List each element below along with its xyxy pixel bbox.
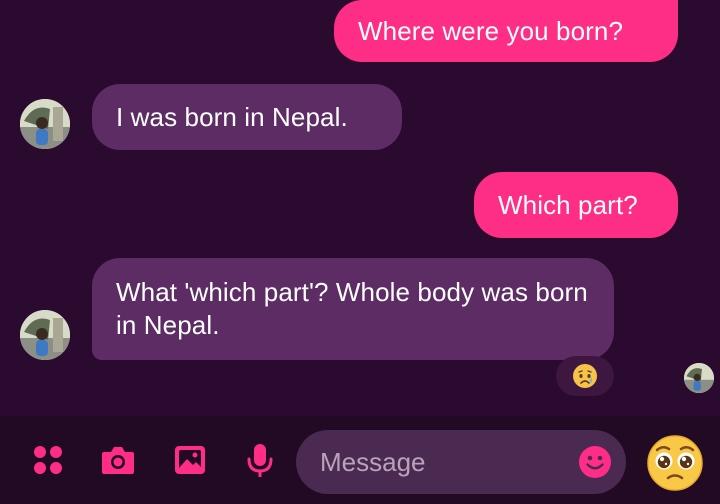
microphone-button[interactable] (240, 440, 280, 480)
incoming-message[interactable]: I was born in Nepal. (92, 84, 402, 150)
camera-button[interactable] (98, 440, 138, 480)
message-text: Which part? (498, 189, 638, 220)
outgoing-message[interactable]: Which part? (474, 172, 678, 238)
message-reaction[interactable] (556, 356, 614, 396)
avatar-photo (20, 99, 70, 149)
camera-icon (102, 447, 134, 474)
chat-thread: Where were you born? I was born in Nepal… (0, 0, 720, 416)
gallery-icon (175, 446, 205, 474)
contact-avatar[interactable] (20, 310, 70, 360)
avatar-photo (20, 310, 70, 360)
microphone-icon (247, 444, 273, 477)
contact-avatar[interactable] (20, 99, 70, 149)
avatar-photo (684, 363, 714, 393)
more-options-button[interactable] (28, 440, 68, 480)
menu-dots-icon (34, 446, 62, 474)
outgoing-message[interactable]: Where were you born? (334, 0, 678, 62)
emoji-icon (579, 446, 611, 478)
crying-face-emoji (573, 364, 597, 388)
emoji-button[interactable] (578, 445, 612, 479)
message-text: I was born in Nepal. (116, 101, 348, 132)
gallery-button[interactable] (170, 440, 210, 480)
message-input-container[interactable] (296, 430, 626, 494)
pleading-face-emoji (647, 435, 703, 491)
message-text: What 'which part'? Whole body was born i… (116, 277, 588, 340)
quick-reaction-button[interactable] (646, 434, 704, 492)
incoming-message[interactable]: What 'which part'? Whole body was born i… (92, 258, 614, 360)
read-receipt-avatar (684, 363, 714, 393)
message-input[interactable] (318, 445, 562, 479)
message-text: Where were you born? (358, 15, 624, 46)
